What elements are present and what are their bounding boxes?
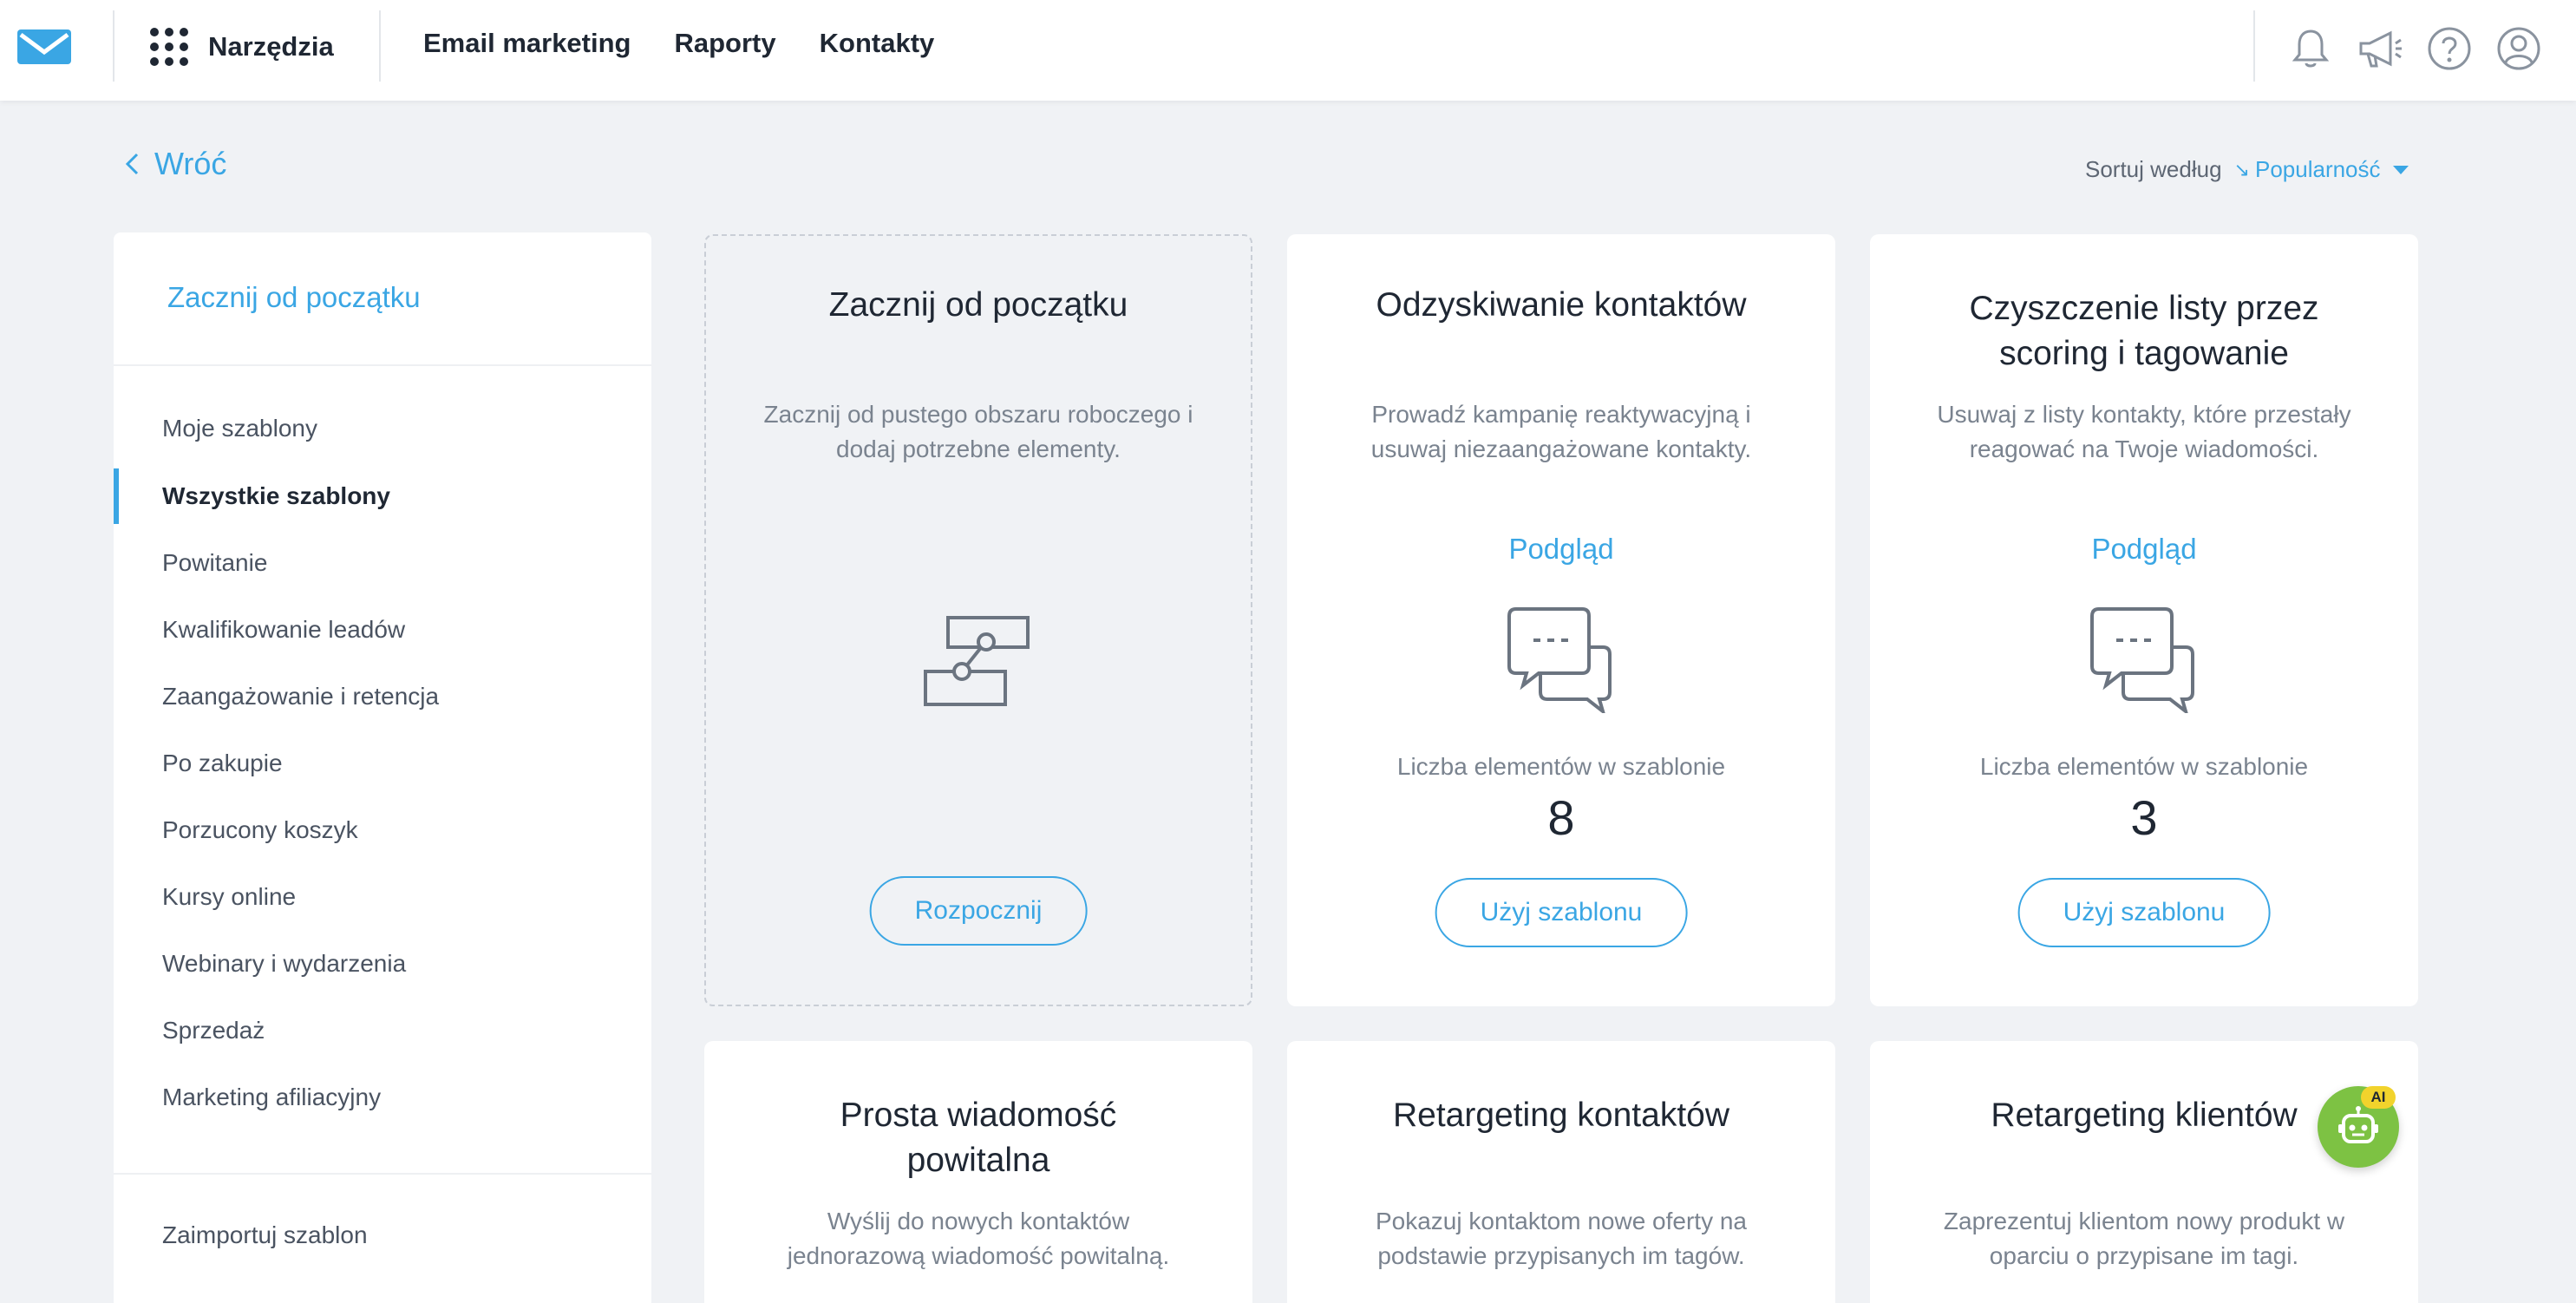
help-icon[interactable] xyxy=(2425,24,2474,73)
use-template-button[interactable]: Użyj szablonu xyxy=(1435,878,1688,947)
sort-arrow-icon: ↘ xyxy=(2233,158,2250,180)
element-count: 8 xyxy=(1547,790,1575,845)
header-divider xyxy=(2253,10,2255,82)
sort-value: Popularność xyxy=(2254,156,2381,182)
apps-grid-icon xyxy=(149,27,189,67)
sidebar-item-all-templates[interactable]: Wszystkie szablony xyxy=(162,482,390,510)
robot-icon xyxy=(2338,1106,2378,1143)
template-card-simple-welcome: Prosta wiadomość powitalna Wyślij do nowy… xyxy=(704,1041,1252,1303)
chevron-left-icon xyxy=(125,153,139,175)
getresponse-logo-icon[interactable] xyxy=(17,29,71,64)
card-description: Prowadź kampanię reaktywacyjną i usuwaj n… xyxy=(1370,401,1752,462)
card-description: Usuwaj z listy kontakty, które przestały… xyxy=(1937,401,2351,462)
use-template-button[interactable]: Użyj szablonu xyxy=(2017,878,2271,947)
main-nav: Email marketing Raporty Kontakty xyxy=(423,28,934,59)
nav-contacts[interactable]: Kontakty xyxy=(820,28,935,59)
template-card-customer-retargeting: Retargeting klientów Zaprezentuj kliento… xyxy=(1870,1041,2418,1303)
card-title: Czyszczenie listy przez scoring i tagowan… xyxy=(1969,290,2319,372)
card-title: Prosta wiadomość powitalna xyxy=(840,1097,1117,1179)
card-description: Zaprezentuj klientom nowy produkt w oparc… xyxy=(1943,1208,2345,1269)
user-account-icon[interactable] xyxy=(2494,24,2543,73)
element-count: 3 xyxy=(2130,790,2158,845)
element-count-label: Liczba elementów w szablonie xyxy=(1979,753,2309,780)
sort-dropdown[interactable]: ↘ Popularność xyxy=(2234,156,2409,183)
header-divider xyxy=(379,10,381,82)
card-description: Wyślij do nowych kontaktów jednorazową wi… xyxy=(787,1208,1170,1269)
sidebar-item-affiliate-marketing[interactable]: Marketing afiliacyjny xyxy=(162,1084,381,1111)
caret-down-icon xyxy=(2392,165,2409,174)
card-description: Pokazuj kontaktom nowe oferty na podstawi… xyxy=(1375,1208,1747,1269)
template-card-blank: Zacznij od początku Zacznij od pustego o… xyxy=(704,234,1252,1006)
sidebar-divider xyxy=(114,1173,651,1175)
sidebar-start-from-scratch[interactable]: Zacznij od początku xyxy=(167,281,421,314)
sidebar-item-my-templates[interactable]: Moje szablony xyxy=(162,415,317,442)
sidebar-item-post-purchase[interactable]: Po zakupie xyxy=(162,750,283,777)
card-title: Zacznij od początku xyxy=(828,286,1128,324)
template-card-list-cleaning: Czyszczenie listy przez scoring i tagowan… xyxy=(1870,234,2418,1006)
card-description: Zacznij od pustego obszaru roboczego i do… xyxy=(763,401,1193,462)
sidebar-item-online-courses[interactable]: Kursy online xyxy=(162,883,296,911)
preview-link[interactable]: Podgląd xyxy=(1870,533,2418,566)
top-bar: Narzędzia Email marketing Raporty Kontak… xyxy=(0,0,2576,101)
template-card-contact-recovery: Odzyskiwanie kontaktów Prowadź kampanię … xyxy=(1287,234,1835,1006)
sort-control: Sortuj według ↘ Popularność xyxy=(2085,156,2409,183)
sidebar-item-welcome[interactable]: Powitanie xyxy=(162,549,267,577)
nav-email-marketing[interactable]: Email marketing xyxy=(423,28,631,59)
element-count-label: Liczba elementów w szablonie xyxy=(1396,753,1726,780)
megaphone-icon[interactable] xyxy=(2356,24,2404,73)
chat-bubbles-icon xyxy=(1507,607,1612,713)
sidebar-item-lead-qualifying[interactable]: Kwalifikowanie leadów xyxy=(162,616,405,644)
workflow-diagram-icon xyxy=(924,616,1030,706)
sidebar-item-engagement[interactable]: Zaangażowanie i retencja xyxy=(162,683,439,710)
chat-bubbles-icon xyxy=(2090,607,2194,713)
back-link[interactable]: Wróć xyxy=(123,146,226,182)
start-button[interactable]: Rozpocznij xyxy=(869,876,1088,946)
bell-icon[interactable] xyxy=(2286,24,2335,73)
sidebar-item-sales[interactable]: Sprzedaż xyxy=(162,1017,265,1044)
sidebar-import-template[interactable]: Zaimportuj szablon xyxy=(162,1221,368,1249)
card-title: Retargeting klientów xyxy=(1991,1097,2298,1134)
tools-menu-button[interactable]: Narzędzia xyxy=(149,24,334,69)
sidebar-divider xyxy=(114,364,651,366)
sidebar-item-abandoned-cart[interactable]: Porzucony koszyk xyxy=(162,816,358,844)
ai-badge: AI xyxy=(2361,1086,2396,1109)
sidebar-item-webinars[interactable]: Webinary i wydarzenia xyxy=(162,950,406,978)
template-card-contact-retargeting: Retargeting kontaktów Pokazuj kontaktom … xyxy=(1287,1041,1835,1303)
preview-link[interactable]: Podgląd xyxy=(1287,533,1835,566)
sort-label: Sortuj według xyxy=(2085,156,2222,182)
header-divider xyxy=(113,10,114,82)
back-label: Wróć xyxy=(154,146,227,181)
tools-label: Narzędzia xyxy=(208,31,334,62)
template-categories-sidebar: Zacznij od początku Moje szablony Wszyst… xyxy=(114,232,651,1303)
card-title: Retargeting kontaktów xyxy=(1392,1097,1730,1134)
active-indicator xyxy=(114,468,119,524)
card-title: Odzyskiwanie kontaktów xyxy=(1376,286,1747,324)
nav-reports[interactable]: Raporty xyxy=(674,28,775,59)
